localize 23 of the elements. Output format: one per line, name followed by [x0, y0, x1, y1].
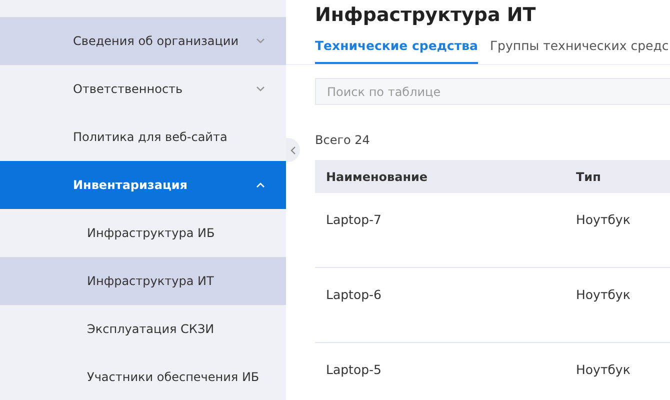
column-header: Тип — [576, 170, 601, 184]
sidebar-subitem[interactable]: Инфраструктура ИТ — [0, 257, 286, 305]
tab[interactable]: Группы технических средс — [490, 38, 669, 64]
table-cell: Ноутбук — [576, 287, 630, 302]
table-cell-text: Laptop-6 — [325, 287, 383, 302]
chevron-left-icon — [290, 146, 296, 154]
search-field[interactable]: Поиск по таблице — [315, 78, 670, 105]
page-title: Инфраструктура ИТ — [315, 4, 537, 26]
total-count: Всего 24 — [315, 133, 371, 147]
collapse-sidebar-button[interactable] — [286, 138, 300, 162]
sidebar-item[interactable]: Инвентаризация — [0, 161, 286, 209]
sidebar-item[interactable]: Ответственность — [0, 65, 286, 113]
tab[interactable]: Технические средства — [315, 38, 478, 64]
table-cell: Ноутбук — [576, 212, 630, 227]
table-cell-text: Laptop-5 — [325, 362, 383, 377]
column-header: Наименование — [325, 170, 429, 184]
sidebar-subitem[interactable]: Эксплуатация СКЗИ — [0, 305, 286, 353]
table-cell-text: Laptop-7 — [325, 212, 383, 227]
table-cell: Ноутбук — [576, 362, 630, 377]
sidebar-subitem[interactable]: Инфраструктура ИБ — [0, 209, 286, 257]
sidebar-item[interactable]: Сведения об организации — [0, 17, 286, 65]
sidebar-subitem[interactable]: Участники обеспечения ИБ — [0, 353, 286, 400]
sidebar-item[interactable]: Политика для веб-сайта — [0, 113, 286, 161]
